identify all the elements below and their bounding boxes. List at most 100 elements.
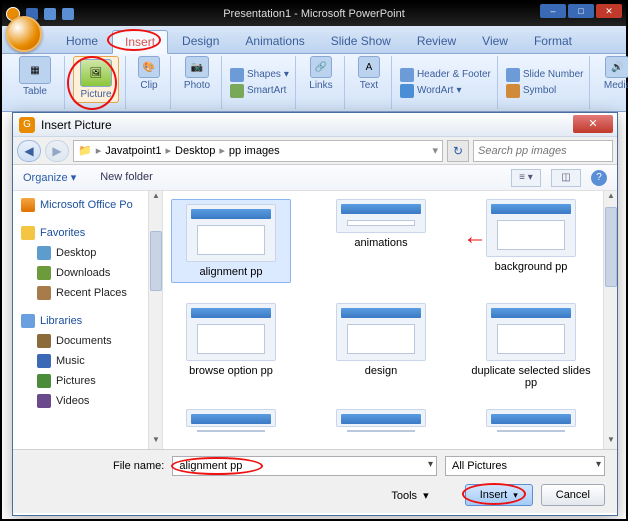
media-button[interactable]: 🔊 Media	[598, 56, 628, 91]
table-button[interactable]: ▦ Table	[12, 56, 58, 97]
file-filter-combo[interactable]: All Pictures	[445, 456, 605, 476]
symbol-button[interactable]: Symbol	[506, 84, 556, 98]
new-folder-button[interactable]: New folder	[100, 171, 153, 184]
tab-review[interactable]: Review	[405, 30, 468, 53]
nav-back-button[interactable]: ◀	[17, 140, 41, 162]
shapes-button[interactable]: Shapes ▾	[230, 68, 289, 82]
crumb-dropdown-icon[interactable]: ▾	[432, 144, 438, 157]
crumb-user[interactable]: Javatpoint1	[105, 145, 161, 157]
clipart-icon: 🎨	[138, 56, 160, 78]
scroll-thumb[interactable]	[605, 207, 617, 287]
clipart-button[interactable]: 🎨 Clip	[134, 56, 164, 91]
wordart-button[interactable]: WordArt ▾	[400, 84, 462, 98]
file-scrollbar[interactable]: ▲ ▼	[603, 191, 617, 449]
ribbon-tabs-row: Home Insert Design Animations Slide Show…	[2, 26, 626, 54]
preview-pane-button[interactable]: ◫	[551, 169, 581, 187]
tab-home[interactable]: Home	[54, 30, 110, 53]
file-item[interactable]	[471, 409, 591, 427]
redo-icon[interactable]	[62, 8, 74, 20]
refresh-button[interactable]: ↻	[447, 140, 469, 162]
breadcrumb[interactable]: 📁 ▸ Javatpoint1 ▸ Desktop ▸ pp images ▾	[73, 140, 443, 162]
slide-number-button[interactable]: Slide Number	[506, 68, 584, 82]
file-label: background pp	[495, 261, 568, 273]
file-item[interactable]	[171, 409, 291, 427]
navigation-pane: Microsoft Office Po Favorites Desktop Do…	[13, 191, 163, 449]
dialog-address-bar: ◀ ▶ 📁 ▸ Javatpoint1 ▸ Desktop ▸ pp image…	[13, 137, 617, 165]
links-button[interactable]: 🔗 Links	[304, 56, 338, 91]
crumb-desktop[interactable]: Desktop	[175, 145, 215, 157]
nav-favorites[interactable]: Favorites	[19, 223, 162, 243]
maximize-button[interactable]: □	[568, 4, 594, 18]
nav-downloads[interactable]: Downloads	[19, 263, 162, 283]
file-item[interactable]: design	[321, 303, 441, 389]
view-options-button[interactable]: ≡ ▾	[511, 169, 541, 187]
cancel-button[interactable]: Cancel	[541, 484, 605, 506]
picture-icon: 🖼	[80, 59, 112, 87]
file-name-label: File name:	[113, 460, 164, 472]
tab-view[interactable]: View	[470, 30, 520, 53]
picture-button[interactable]: 🖼 Picture	[73, 56, 119, 103]
dialog-footer: File name: alignment pp All Pictures Too…	[13, 449, 617, 513]
dialog-toolbar: Organize ▾ New folder ≡ ▾ ◫ ?	[13, 165, 617, 191]
documents-icon	[37, 334, 51, 348]
nav-desktop[interactable]: Desktop	[19, 243, 162, 263]
file-thumb	[486, 199, 576, 257]
insert-button[interactable]: Insert▾	[465, 484, 533, 506]
close-button[interactable]: ✕	[596, 4, 622, 18]
nav-documents[interactable]: Documents	[19, 331, 162, 351]
file-name-combo[interactable]: alignment pp	[172, 456, 437, 476]
desktop-icon	[37, 246, 51, 260]
nav-office[interactable]: Microsoft Office Po	[19, 195, 162, 215]
star-icon	[21, 226, 35, 240]
undo-icon[interactable]	[44, 8, 56, 20]
dialog-icon: G	[19, 117, 35, 133]
nav-videos[interactable]: Videos	[19, 391, 162, 411]
file-item[interactable]: browse option pp	[171, 303, 291, 389]
crumb-folder[interactable]: pp images	[229, 145, 280, 157]
nav-forward-button[interactable]: ▶	[45, 140, 69, 162]
tools-button[interactable]: Tools ▾	[391, 489, 428, 502]
office-button[interactable]	[6, 16, 42, 52]
tab-slideshow[interactable]: Slide Show	[319, 30, 403, 53]
textbox-button[interactable]: A Text	[353, 56, 385, 91]
file-item-selected[interactable]: alignment pp	[171, 199, 291, 283]
title-bar: Presentation1 - Microsoft PowerPoint – □…	[2, 2, 626, 26]
window-title: Presentation1 - Microsoft PowerPoint	[223, 8, 405, 20]
file-label: animations	[354, 237, 407, 249]
file-item[interactable]: animations	[321, 199, 441, 283]
photo-icon: 📷	[185, 56, 209, 78]
file-label: duplicate selected slides pp	[471, 365, 591, 389]
scroll-up-icon[interactable]: ▲	[604, 191, 617, 205]
scroll-up-icon[interactable]: ▲	[149, 191, 163, 205]
file-thumb	[186, 303, 276, 361]
tab-insert[interactable]: Insert	[112, 30, 168, 54]
nav-scrollbar[interactable]: ▲ ▼	[148, 191, 162, 449]
file-item[interactable]	[321, 409, 441, 427]
nav-music[interactable]: Music	[19, 351, 162, 371]
smartart-button[interactable]: SmartArt	[230, 84, 286, 98]
table-icon: ▦	[19, 56, 51, 84]
search-input[interactable]	[473, 140, 613, 162]
file-item[interactable]: background pp	[471, 199, 591, 283]
nav-libraries[interactable]: Libraries	[19, 311, 162, 331]
tab-format[interactable]: Format	[522, 30, 584, 53]
photo-album-button[interactable]: 📷 Photo	[179, 56, 215, 91]
file-item[interactable]: duplicate selected slides pp	[471, 303, 591, 389]
file-thumb	[186, 409, 276, 427]
nav-recent[interactable]: Recent Places	[19, 283, 162, 303]
organize-button[interactable]: Organize ▾	[23, 171, 76, 184]
tab-animations[interactable]: Animations	[233, 30, 316, 53]
minimize-button[interactable]: –	[540, 4, 566, 18]
file-thumb	[186, 204, 276, 262]
file-thumb	[486, 409, 576, 427]
header-footer-button[interactable]: Header & Footer	[400, 68, 491, 82]
scroll-thumb[interactable]	[150, 231, 162, 291]
scroll-down-icon[interactable]: ▼	[149, 435, 163, 449]
nav-pictures[interactable]: Pictures	[19, 371, 162, 391]
videos-icon	[37, 394, 51, 408]
slide-number-icon	[506, 68, 520, 82]
scroll-down-icon[interactable]: ▼	[604, 435, 617, 449]
tab-design[interactable]: Design	[170, 30, 231, 53]
dialog-close-button[interactable]: ✕	[573, 115, 613, 133]
help-button[interactable]: ?	[591, 170, 607, 186]
